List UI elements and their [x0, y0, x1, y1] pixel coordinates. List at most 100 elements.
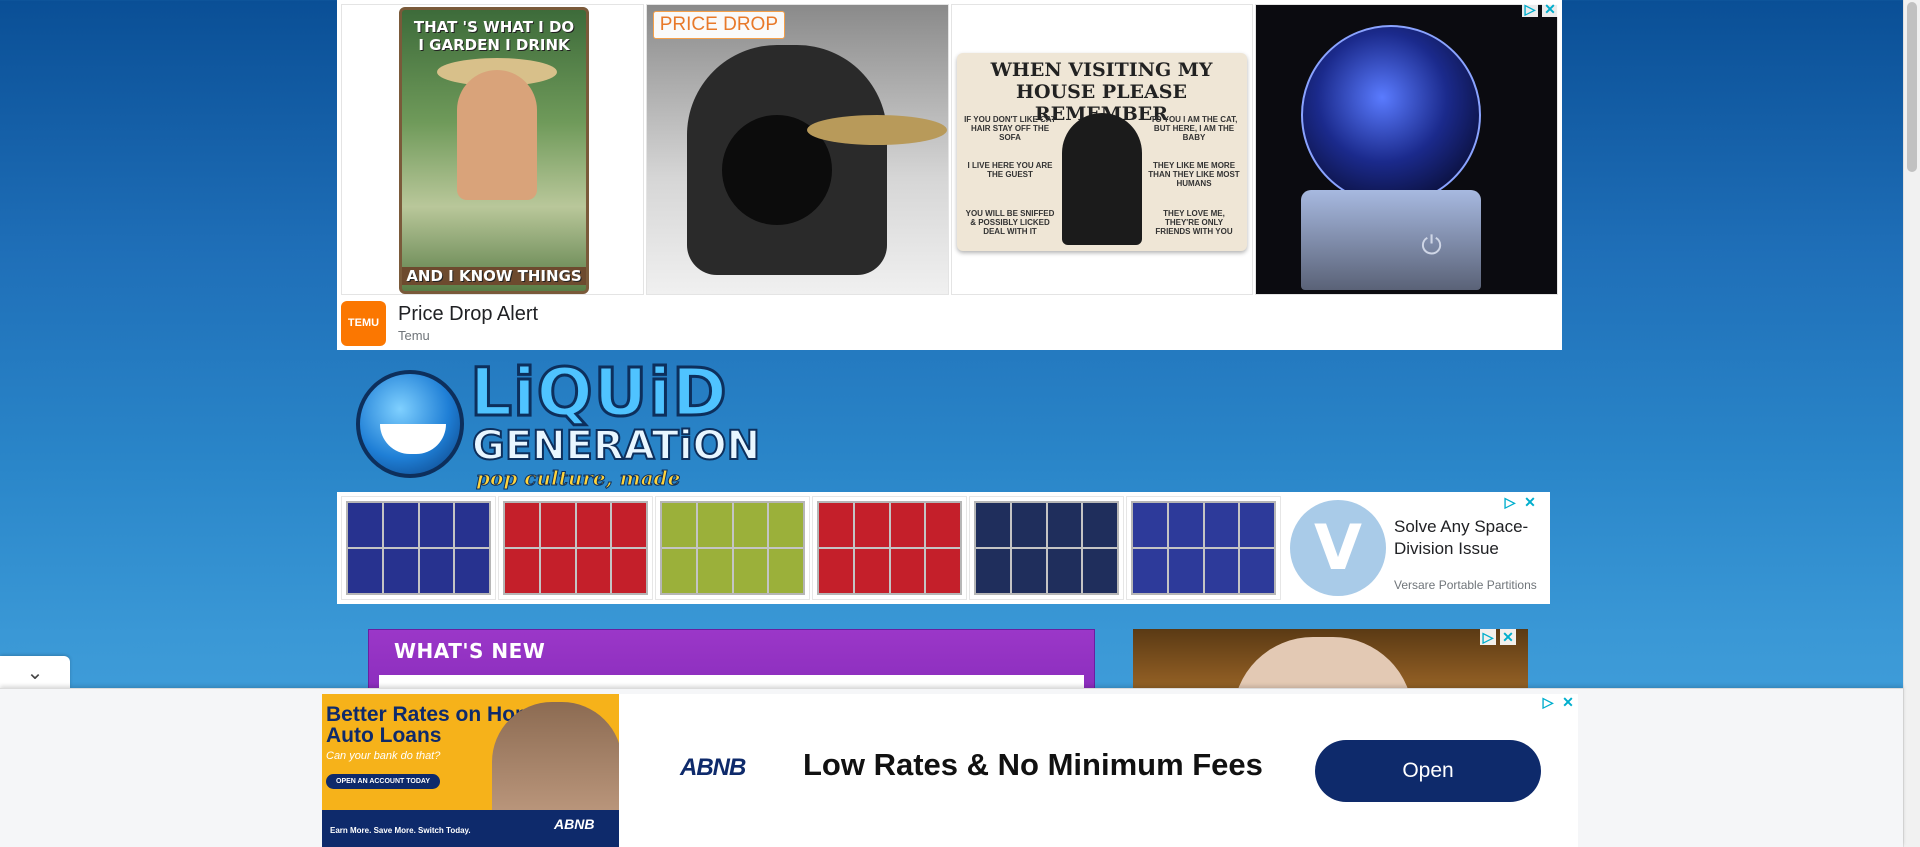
site-logo[interactable]: LiQUiD GENERATiON pop culture, made funn… — [352, 354, 761, 515]
partition-panel-cell — [1133, 549, 1167, 593]
sign-line-2: I GARDEN I DRINK — [418, 36, 570, 54]
close-icon[interactable]: ✕ — [1560, 694, 1576, 710]
partitions-ad[interactable]: V Solve Any Space-Division Issue Versare… — [337, 492, 1550, 604]
partition-panel-cell — [697, 503, 732, 547]
top-ad-footer[interactable]: TEMU Price Drop Alert Temu — [341, 300, 1562, 346]
sign-bottom-text: AND I KNOW THINGS — [402, 267, 586, 285]
partition-panel-cell — [926, 503, 960, 547]
ad-tile-dog-tray[interactable]: PRICE DROP — [645, 4, 949, 295]
partition-panel-cell — [890, 503, 925, 547]
anchor-collapse-button[interactable]: ⌄ — [0, 656, 70, 688]
sign-line-1: THAT 'S WHAT I DO — [413, 18, 575, 36]
top-display-ad[interactable]: THAT 'S WHAT I DO I GARDEN I DRINK AND I… — [337, 0, 1562, 350]
abnb-logo: ABNB — [680, 754, 746, 781]
partition-panel-cell — [1047, 549, 1082, 593]
partitions-ad-controls: ▷ ✕ — [1502, 494, 1538, 510]
partition-panel-cell — [419, 503, 454, 547]
black-cat-shape — [1061, 113, 1142, 245]
sign-top-text: THAT 'S WHAT I DO I GARDEN I DRINK — [402, 18, 586, 54]
partition-thumbnail[interactable] — [341, 496, 496, 600]
partition-panel-cell — [540, 549, 575, 593]
partition-panel-image — [660, 501, 805, 595]
partitions-ad-advertiser: Versare Portable Partitions — [1394, 578, 1537, 592]
cat-sign-right-1: TO YOU I AM THE CAT, BUT HERE, I AM THE … — [1150, 115, 1238, 142]
partition-thumbnail[interactable] — [812, 496, 967, 600]
partition-panel-cell — [1083, 503, 1117, 547]
whats-new-heading: WHAT'S NEW — [394, 639, 546, 663]
sign-lady-shape — [457, 70, 537, 200]
cat-sign-left-1: IF YOU DON'T LIKE CAT HAIR STAY OFF THE … — [964, 115, 1056, 142]
power-icon: ⏻ — [1421, 230, 1442, 260]
ad-tile-garden-sign[interactable]: THAT 'S WHAT I DO I GARDEN I DRINK AND I… — [341, 4, 644, 295]
mascot-smile-shape — [380, 424, 446, 454]
partition-panel-cell — [1168, 549, 1203, 593]
partition-panel-cell — [769, 549, 803, 593]
anchor-ad-headline[interactable]: Low Rates & No Minimum Fees — [803, 747, 1263, 783]
gold-tray-shape — [806, 115, 947, 145]
close-icon[interactable]: ✕ — [1500, 629, 1516, 645]
partition-panel-cell — [854, 503, 889, 547]
garden-sign-image: THAT 'S WHAT I DO I GARDEN I DRINK AND I… — [399, 7, 589, 294]
creative-footer-text: Earn More. Save More. Switch Today. — [330, 826, 471, 835]
partition-panel-cell — [576, 503, 611, 547]
partition-thumbnail[interactable] — [1126, 496, 1281, 600]
partition-panel-cell — [383, 549, 418, 593]
partition-panel-cell — [576, 549, 611, 593]
partition-thumbnail[interactable] — [498, 496, 653, 600]
partitions-ad-headline[interactable]: Solve Any Space-Division Issue — [1394, 516, 1544, 560]
logo-word-liquid: LiQUiD — [469, 354, 729, 431]
partition-panel-cell — [769, 503, 803, 547]
partition-panel-cell — [419, 549, 454, 593]
partition-panel-cell — [505, 549, 539, 593]
adchoices-icon[interactable]: ▷ — [1522, 1, 1538, 17]
creative-subline: Can your bank do that? — [326, 750, 441, 762]
partition-panel-cell — [854, 549, 889, 593]
adchoices-icon[interactable]: ▷ — [1502, 494, 1518, 510]
partition-panel-cell — [1011, 549, 1046, 593]
partition-panel-cell — [1240, 503, 1274, 547]
partition-panel-image — [1131, 501, 1276, 595]
smiley-mascot-icon — [356, 370, 464, 478]
close-icon[interactable]: ✕ — [1522, 494, 1538, 510]
cat-sign-left-2: I LIVE HERE YOU ARE THE GUEST — [967, 161, 1053, 179]
partition-thumbnail[interactable] — [969, 496, 1124, 600]
partition-panel-cell — [733, 549, 768, 593]
cat-sign-right-3: THEY LOVE ME, THEY'RE ONLY FRIENDS WITH … — [1155, 209, 1233, 236]
partition-panel-cell — [1133, 503, 1167, 547]
partition-panel-cell — [1240, 549, 1274, 593]
adchoices-icon[interactable]: ▷ — [1540, 694, 1556, 710]
creative-footer-band: Earn More. Save More. Switch Today. ABNB — [322, 810, 619, 847]
page-scrollbar[interactable] — [1903, 0, 1920, 847]
partition-panel-cell — [612, 503, 646, 547]
ad-tile-cat-sign[interactable]: WHEN VISITING MY HOUSE PLEASE REMEMBER I… — [950, 4, 1254, 295]
partition-panel-cell — [612, 549, 646, 593]
partition-panel-cell — [383, 503, 418, 547]
ad-tile-crystal-ball[interactable]: ⏻ — [1255, 4, 1558, 295]
adchoices-icon[interactable]: ▷ — [1480, 629, 1496, 645]
anchor-ad-box[interactable]: Better Rates on Home & Auto Loans Can yo… — [322, 694, 1578, 847]
light-base-shape — [1301, 190, 1482, 290]
partition-panel-cell — [819, 549, 853, 593]
partition-panel-image — [817, 501, 962, 595]
scrollbar-thumb[interactable] — [1907, 2, 1917, 172]
cat-sign-right-2: THEY LIKE ME MORE THAN THEY LIKE MOST HU… — [1148, 161, 1240, 188]
partition-panel-cell — [926, 549, 960, 593]
versare-logo: V — [1290, 500, 1386, 596]
top-ad-title[interactable]: Price Drop Alert — [398, 303, 538, 326]
partition-panel-cell — [976, 503, 1010, 547]
close-icon[interactable]: ✕ — [1542, 1, 1558, 17]
anchor-ad-controls: ▷ ✕ — [1540, 694, 1576, 710]
partition-thumbnail[interactable] — [655, 496, 810, 600]
chevron-down-icon: ⌄ — [26, 661, 44, 684]
temu-logo: TEMU — [341, 300, 386, 346]
open-button[interactable]: Open — [1315, 740, 1541, 802]
partition-panel-image — [503, 501, 648, 595]
partition-panel-cell — [540, 503, 575, 547]
top-ad-advertiser: Temu — [398, 328, 430, 343]
sidebar-ad-controls: ▷ ✕ — [1480, 629, 1516, 645]
partition-panel-cell — [1204, 549, 1239, 593]
cat-sign-left-3: YOU WILL BE SNIFFED & POSSIBLY LICKED DE… — [965, 209, 1055, 236]
anchor-ad-creative[interactable]: Better Rates on Home & Auto Loans Can yo… — [322, 694, 619, 847]
creative-cta: OPEN AN ACCOUNT TODAY — [326, 774, 440, 789]
bottom-anchor-ad[interactable]: Better Rates on Home & Auto Loans Can yo… — [0, 688, 1903, 847]
